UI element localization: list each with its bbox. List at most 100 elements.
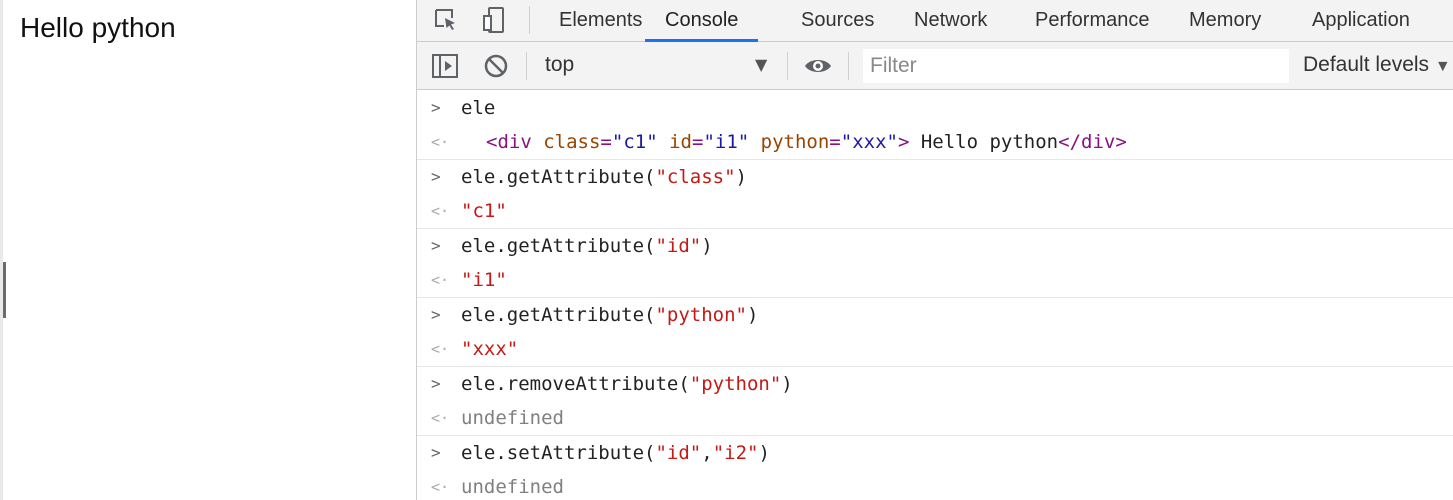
inspect-element-icon[interactable] [431,5,461,35]
page-scroll-marker [3,262,6,318]
attr-value: "xxx" [840,131,898,153]
code-call: ele.getAttribute( [461,304,656,326]
toolbar-separator [848,52,849,80]
code-paren: ) [746,304,759,326]
tab-performance[interactable]: Performance [1035,0,1150,42]
code-paren: ) [701,235,713,257]
tab-sources[interactable]: Sources [801,0,874,42]
console-entry: > ele.getAttribute("python") <· "xxx" [417,298,1453,367]
attr-eq: = [600,131,612,153]
toolbar-separator [526,52,527,80]
console-input-text: ele.getAttribute("python") [461,298,758,332]
attr-value: "c1" [611,131,658,153]
code-call: ele.getAttribute( [461,166,656,188]
console-result-text: "c1" [461,200,507,222]
console-input-text: ele [461,97,496,119]
code-call: ele.removeAttribute( [461,373,690,395]
result-arrow-icon: <· [431,271,450,289]
code-paren: ) [735,166,747,188]
code-string: "python" [689,373,782,395]
device-toolbar-icon[interactable] [479,5,509,35]
context-selector[interactable]: top [545,53,574,77]
console-filter-input[interactable] [863,49,1289,83]
result-arrow-icon: <· [431,409,450,427]
console-result-row: <· <div class="c1" id="i1" python="xxx">… [417,125,1453,159]
console-entry: > ele.removeAttribute("python") <· undef… [417,367,1453,436]
console-input-text: ele.getAttribute("class") [461,160,747,194]
console-input-text: ele.removeAttribute("python") [461,367,793,401]
console-input-row: > ele.getAttribute("id") [417,229,1453,263]
live-expression-eye-icon[interactable] [803,51,833,81]
code-string: "python" [655,304,747,326]
result-arrow-icon: <· [431,202,450,220]
console-result-text: "xxx" [461,338,519,360]
attr-name: id [669,131,692,153]
log-levels-dropdown[interactable]: Default levels ▼ [1303,53,1451,77]
code-string: "id" [655,235,702,257]
prompt-chevron-icon: > [431,374,441,393]
console-messages: > ele <· <div class="c1" id="i1" python=… [417,91,1453,500]
show-sidebar-icon[interactable] [430,51,460,81]
prompt-chevron-icon: > [431,305,441,324]
console-entry: > ele <· <div class="c1" id="i1" python=… [417,91,1453,160]
console-input-row: > ele.setAttribute("id","i2") [417,436,1453,470]
console-entry: > ele.getAttribute("id") <· "i1" [417,229,1453,298]
log-levels-label: Default levels [1303,53,1430,76]
tag-open: <div [486,131,532,153]
code-call: ele.getAttribute( [461,235,656,257]
devtools-tabbar: Elements Console Sources Network Perform… [417,0,1453,42]
console-input-text: ele.setAttribute("id","i2") [461,436,770,470]
console-input-row: > ele.removeAttribute("python") [417,367,1453,401]
result-arrow-icon: <· [431,340,450,358]
levels-dropdown-arrow-icon: ▼ [1434,58,1451,75]
code-paren: ) [781,373,793,395]
page-viewport: Hello python [0,0,416,500]
code-comma: , [701,442,713,464]
console-result-row: <· "c1" [417,194,1453,228]
prompt-chevron-icon: > [431,167,441,186]
console-result-text: undefined [461,407,564,429]
tab-network[interactable]: Network [914,0,987,42]
attr-eq: = [691,131,704,153]
attr-eq: = [829,131,841,153]
clear-console-icon[interactable] [481,51,511,81]
tab-memory[interactable]: Memory [1189,0,1261,42]
code-paren: ) [758,442,770,464]
console-input-text: ele.getAttribute("id") [461,229,713,263]
console-toolbar: top ▼ Default levels ▼ [417,42,1453,90]
attr-name: class [543,131,601,153]
prompt-chevron-icon: > [431,443,441,462]
console-result-text: "i1" [461,269,507,291]
tab-application[interactable]: Application [1312,0,1410,42]
code-string: "i2" [712,442,759,464]
console-input-row: > ele.getAttribute("python") [417,298,1453,332]
console-result-row: <· "i1" [417,263,1453,297]
page-div-text[interactable]: Hello python [20,12,176,44]
prompt-chevron-icon: > [431,98,441,117]
attr-name: python [760,131,830,153]
devtools-panel: Elements Console Sources Network Perform… [416,0,1453,500]
tag-close-bracket: > [897,131,910,153]
result-arrow-icon: <· [431,133,450,151]
console-result-text: undefined [461,476,564,498]
tag-close: </div> [1058,131,1127,153]
attr-value: "i1" [703,131,750,153]
console-result-row: <· undefined [417,401,1453,435]
tab-console[interactable]: Console [645,0,759,42]
prompt-chevron-icon: > [431,236,441,255]
tabbar-separator [529,6,530,34]
code-string: "class" [655,166,736,188]
code-string: "id" [655,442,702,464]
context-dropdown-arrow-icon[interactable]: ▼ [755,55,767,74]
console-entry: > ele.setAttribute("id","i2") <· undefin… [417,436,1453,500]
tab-elements[interactable]: Elements [559,0,642,42]
code-call: ele.setAttribute( [461,442,656,464]
console-entry: > ele.getAttribute("class") <· "c1" [417,160,1453,229]
result-arrow-icon: <· [431,478,450,496]
node-text: Hello python [909,131,1059,153]
console-result-row: <· "xxx" [417,332,1453,366]
console-result-row: <· undefined [417,470,1453,500]
console-input-row: > ele [417,91,1453,125]
element-node-preview[interactable]: <div class="c1" id="i1" python="xxx"> He… [486,125,1127,159]
console-input-row: > ele.getAttribute("class") [417,160,1453,194]
